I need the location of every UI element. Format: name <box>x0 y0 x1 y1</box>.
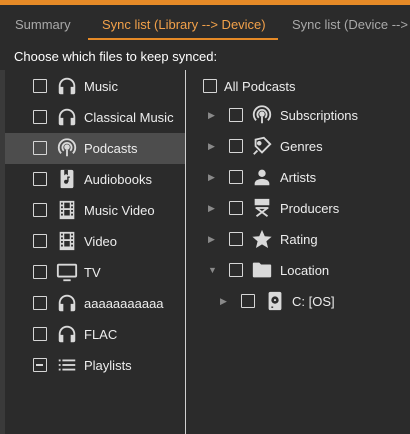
c-drive-checkbox[interactable] <box>241 294 255 308</box>
category-label: Audiobooks <box>84 172 152 187</box>
headphones-icon <box>56 106 78 128</box>
artists-checkbox[interactable] <box>229 170 243 184</box>
classical-music-checkbox[interactable] <box>33 110 47 124</box>
film-icon <box>56 199 78 221</box>
tab-bar: Summary Sync list (Library --> Device) S… <box>0 5 410 41</box>
category-label: Classical Music <box>84 110 174 125</box>
person-icon <box>251 166 273 188</box>
tv-checkbox[interactable] <box>33 265 47 279</box>
tree-item-label: Rating <box>280 232 318 247</box>
audiobook-icon <box>56 168 78 190</box>
playlists-checkbox[interactable] <box>33 358 47 372</box>
headphones-icon <box>56 292 78 314</box>
tree-item-producers[interactable]: ▶ Producers <box>186 193 410 224</box>
tab-summary[interactable]: Summary <box>15 17 71 32</box>
tab-sync-library-to-device[interactable]: Sync list (Library --> Device) <box>102 17 266 32</box>
category-item-video[interactable]: Video <box>5 226 185 257</box>
category-label: Video <box>84 234 118 249</box>
expand-arrow-icon[interactable]: ▶ <box>208 173 216 182</box>
category-item-classical-music[interactable]: Classical Music <box>5 102 185 133</box>
tree-item-label: C: [OS] <box>292 294 335 309</box>
category-label: Playlists <box>84 358 132 373</box>
category-label: aaaaaaaaaaa <box>84 296 164 311</box>
category-label: Podcasts <box>84 141 138 156</box>
tag-icon <box>251 135 273 157</box>
tree-item-subscriptions[interactable]: ▶ Subscriptions <box>186 100 410 131</box>
audiobooks-checkbox[interactable] <box>33 172 47 186</box>
category-label: TV <box>84 265 101 280</box>
all-podcasts-checkbox[interactable] <box>203 79 217 93</box>
film-icon <box>56 230 78 252</box>
category-item-music-video[interactable]: Music Video <box>5 195 185 226</box>
collapse-arrow-icon[interactable]: ▼ <box>208 266 217 275</box>
music-checkbox[interactable] <box>33 79 47 93</box>
aaaaaaaaaaa-checkbox[interactable] <box>33 296 47 310</box>
category-label: Music Video <box>84 203 155 218</box>
expand-arrow-icon[interactable]: ▶ <box>208 111 216 120</box>
expand-arrow-icon[interactable]: ▶ <box>220 297 228 306</box>
headphones-icon <box>56 323 78 345</box>
tree-item-c-drive[interactable]: ▶ C: [OS] <box>186 286 410 317</box>
folder-icon <box>251 259 273 281</box>
podcasts-checkbox[interactable] <box>33 141 47 155</box>
producers-checkbox[interactable] <box>229 201 243 215</box>
tree-item-label: Genres <box>280 139 323 154</box>
expand-arrow-icon[interactable]: ▶ <box>208 142 216 151</box>
star-icon <box>251 228 273 250</box>
instruction-text: Choose which files to keep synced: <box>14 49 218 64</box>
expand-arrow-icon[interactable]: ▶ <box>208 204 216 213</box>
tree-item-rating[interactable]: ▶ Rating <box>186 224 410 255</box>
active-tab-indicator <box>88 38 278 40</box>
tree-item-label: Location <box>280 263 330 278</box>
tree-item-all-podcasts[interactable]: All Podcasts <box>186 71 410 102</box>
location-checkbox[interactable] <box>229 263 243 277</box>
category-item-flac[interactable]: FLAC <box>5 319 185 350</box>
flac-checkbox[interactable] <box>33 327 47 341</box>
podcast-icon <box>251 104 273 126</box>
tree-item-location[interactable]: ▼ Location <box>186 255 410 286</box>
category-item-podcasts[interactable]: Podcasts <box>5 133 185 164</box>
category-item-tv[interactable]: TV <box>5 257 185 288</box>
music-video-checkbox[interactable] <box>33 203 47 217</box>
genres-checkbox[interactable] <box>229 139 243 153</box>
tree-item-label: Producers <box>280 201 340 216</box>
tree-item-artists[interactable]: ▶ Artists <box>186 162 410 193</box>
rating-checkbox[interactable] <box>229 232 243 246</box>
director-chair-icon <box>251 197 273 219</box>
tree-item-label: Subscriptions <box>280 108 359 123</box>
video-checkbox[interactable] <box>33 234 47 248</box>
tree-item-genres[interactable]: ▶ Genres <box>186 131 410 162</box>
category-item-aaaaaaaaaaa[interactable]: aaaaaaaaaaa <box>5 288 185 319</box>
subscriptions-checkbox[interactable] <box>229 108 243 122</box>
category-label: Music <box>84 79 118 94</box>
tv-icon <box>56 261 78 283</box>
headphones-icon <box>56 75 78 97</box>
category-item-music[interactable]: Music <box>5 71 185 102</box>
drive-icon <box>264 290 286 312</box>
podcast-icon <box>56 137 78 159</box>
category-label: FLAC <box>84 327 118 342</box>
tree-item-label: All Podcasts <box>224 79 296 94</box>
expand-arrow-icon[interactable]: ▶ <box>208 235 216 244</box>
category-item-audiobooks[interactable]: Audiobooks <box>5 164 185 195</box>
tree-item-label: Artists <box>280 170 317 185</box>
tab-sync-device-to-library[interactable]: Sync list (Device --> L <box>292 17 410 32</box>
category-item-playlists[interactable]: Playlists <box>5 350 185 381</box>
playlist-icon <box>56 354 78 376</box>
